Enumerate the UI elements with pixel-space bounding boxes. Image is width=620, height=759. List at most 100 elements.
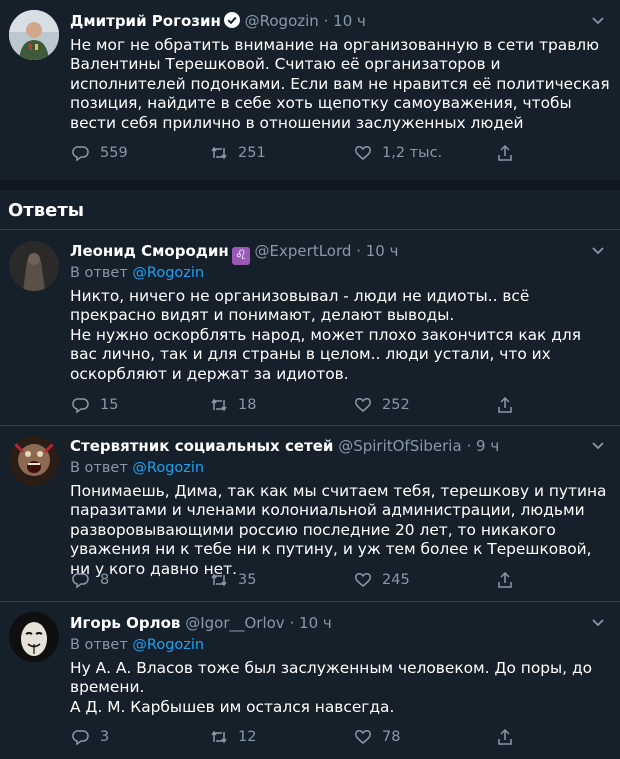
reply-button[interactable]: 15 <box>72 396 118 414</box>
separator-dot: · <box>289 614 295 632</box>
tweet-paragraph: Не нужно оскорблять народ, может плохо з… <box>70 325 581 383</box>
avatar-image <box>9 436 59 486</box>
verified-icon <box>223 12 240 28</box>
avatar-image <box>9 10 59 60</box>
tweet-text: Никто, ничего не организовывал - люди не… <box>70 287 610 384</box>
share-icon <box>498 728 512 745</box>
tweet-text: Не мог не обратить внимание на организов… <box>70 36 610 132</box>
like-count: 1,2 тыс. <box>382 145 443 161</box>
avatar[interactable] <box>9 612 59 662</box>
chevron-down-icon[interactable] <box>590 614 606 630</box>
user-handle[interactable]: @Rogozin <box>245 12 319 30</box>
tweet-text: Понимаешь, Дима, так как мы считаем тебя… <box>70 482 610 579</box>
chevron-down-icon[interactable] <box>590 12 606 28</box>
user-handle[interactable]: @ExpertLord <box>255 242 352 260</box>
user-handle[interactable]: @Igor__Orlov <box>185 614 285 632</box>
heart-icon <box>355 730 371 744</box>
tweet-paragraph: А Д. М. Карбышев им остался навсегда. <box>70 697 395 716</box>
reply-count: 3 <box>100 729 110 745</box>
display-name[interactable]: Стервятник социальных сетей <box>70 437 333 455</box>
reply-context: В ответ @Rogozin <box>70 460 204 476</box>
reply-to-link[interactable]: @Rogozin <box>132 637 204 653</box>
retweet-icon <box>211 398 227 412</box>
chevron-down-icon[interactable] <box>590 437 606 453</box>
chevron-down-icon[interactable] <box>590 242 606 258</box>
heart-icon <box>355 398 371 412</box>
reply-context: В ответ @Rogozin <box>70 637 204 653</box>
avatar-image <box>9 612 59 662</box>
retweet-icon <box>211 730 227 744</box>
reply-icon <box>72 398 89 414</box>
reply-count: 15 <box>100 397 119 413</box>
tweet-header: Дмитрий Рогозин @Rogozin · 10 ч <box>70 12 366 30</box>
retweet-button[interactable]: 251 <box>210 144 266 162</box>
avatar-image <box>9 241 59 291</box>
retweet-button[interactable]: 35 <box>210 571 256 589</box>
section-separator <box>0 180 620 190</box>
separator-dot: · <box>356 242 361 260</box>
like-count: 252 <box>382 397 410 413</box>
tweet-header: Леонид Смородин ♌ @ExpertLord · 10 ч <box>70 242 398 265</box>
share-icon <box>498 571 512 588</box>
display-name[interactable]: Леонид Смородин <box>70 242 229 260</box>
timestamp[interactable]: 10 ч <box>299 614 332 632</box>
avatar[interactable] <box>9 241 59 291</box>
reply-button[interactable]: 559 <box>72 144 128 162</box>
timestamp[interactable]: 10 ч <box>366 242 399 260</box>
reply-icon <box>72 146 89 162</box>
retweet-icon <box>211 146 227 160</box>
display-name[interactable]: Дмитрий Рогозин <box>70 12 221 30</box>
retweet-button[interactable]: 12 <box>210 728 256 746</box>
share-button[interactable] <box>496 728 524 746</box>
like-button[interactable]: 1,2 тыс. <box>354 144 442 162</box>
share-button[interactable] <box>496 144 524 162</box>
tweet-paragraph: Ну А. А. Власов тоже был заслуженным чел… <box>70 659 593 697</box>
reply-prefix: В ответ <box>70 637 128 653</box>
retweet-count: 18 <box>238 397 257 413</box>
retweet-button[interactable]: 18 <box>210 396 256 414</box>
reply-prefix: В ответ <box>70 460 128 476</box>
tweet-actions: 8 35 245 <box>70 571 530 591</box>
reply-context: В ответ @Rogozin <box>70 265 204 281</box>
reply-count: 8 <box>100 572 110 588</box>
share-button[interactable] <box>496 571 524 589</box>
heart-icon <box>355 573 371 587</box>
heart-icon <box>355 146 371 160</box>
main-tweet[interactable]: Дмитрий Рогозин @Rogozin · 10 ч Не мог н… <box>0 0 620 190</box>
user-handle[interactable]: @SpiritOfSiberia <box>338 437 461 455</box>
like-button[interactable]: 245 <box>354 571 410 589</box>
tweet-header: Стервятник социальных сетей @SpiritOfSib… <box>70 437 499 455</box>
like-button[interactable]: 252 <box>354 396 410 414</box>
reply-to-link[interactable]: @Rogozin <box>132 265 204 281</box>
reply-count: 559 <box>100 145 128 161</box>
avatar[interactable] <box>9 10 59 60</box>
tweet-actions: 3 12 78 <box>70 728 530 748</box>
retweet-count: 12 <box>238 729 257 745</box>
display-name[interactable]: Игорь Орлов <box>70 614 180 632</box>
like-count: 78 <box>382 729 401 745</box>
share-button[interactable] <box>496 396 524 414</box>
reply-button[interactable]: 3 <box>72 728 109 746</box>
timestamp[interactable]: 10 ч <box>333 12 366 30</box>
reply-icon <box>72 730 89 746</box>
retweet-count: 251 <box>238 145 266 161</box>
reply-to-link[interactable]: @Rogozin <box>132 460 204 476</box>
avatar[interactable] <box>9 436 59 486</box>
like-button[interactable]: 78 <box>354 728 400 746</box>
reply-icon <box>72 573 89 589</box>
tweet-actions: 559 251 1,2 тыс. <box>70 144 530 164</box>
reply-button[interactable]: 8 <box>72 571 109 589</box>
replies-heading: Ответы <box>8 200 85 221</box>
reply-tweet[interactable]: Стервятник социальных сетей @SpiritOfSib… <box>0 426 620 601</box>
share-icon <box>498 144 512 161</box>
reply-tweet[interactable]: Леонид Смородин ♌ @ExpertLord · 10 ч В от… <box>0 230 620 425</box>
reply-prefix: В ответ <box>70 265 128 281</box>
share-icon <box>498 396 512 413</box>
like-count: 245 <box>382 572 410 588</box>
reply-tweet[interactable]: Игорь Орлов @Igor__Orlov · 10 ч В ответ … <box>0 602 620 759</box>
timestamp[interactable]: 9 ч <box>476 437 499 455</box>
leo-sign-icon: ♌ <box>231 247 250 265</box>
separator-dot: · <box>466 437 472 455</box>
retweet-count: 35 <box>238 572 257 588</box>
retweet-icon <box>211 573 227 587</box>
